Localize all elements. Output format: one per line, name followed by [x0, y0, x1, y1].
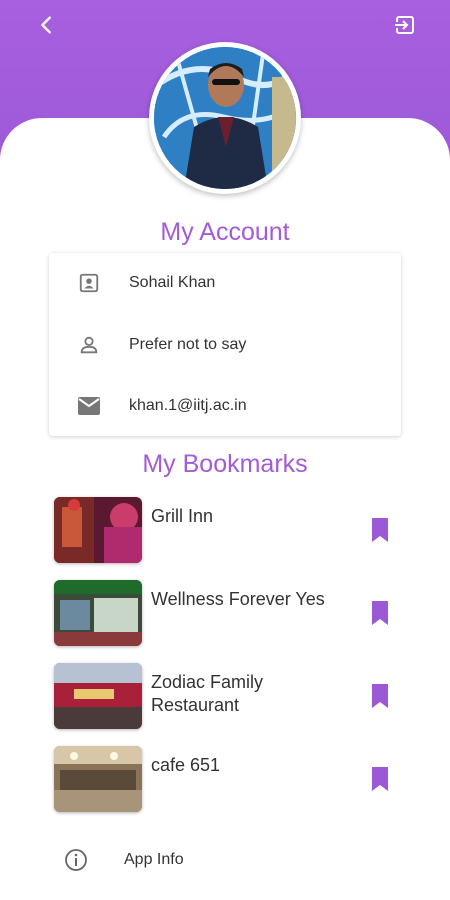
bookmark-thumbnail: [54, 746, 142, 812]
bookmark-name: Wellness Forever Yes: [151, 589, 325, 609]
account-gender: Prefer not to say: [129, 336, 247, 353]
info-icon: [65, 849, 87, 871]
bookmark-icon[interactable]: [370, 683, 390, 709]
email-icon: [78, 397, 100, 415]
bookmark-thumbnail: [54, 580, 142, 646]
account-gender-row[interactable]: Prefer not to say: [49, 315, 401, 375]
my-bookmarks-title: My Bookmarks: [142, 450, 308, 478]
logout-icon: [393, 16, 414, 34]
app-info-label: App Info: [124, 851, 184, 868]
bookmark-item[interactable]: Wellness Forever Yes: [0, 580, 450, 650]
logout-button[interactable]: [388, 8, 422, 42]
bookmark-thumbnail: [54, 497, 142, 563]
profile-photo: [154, 47, 296, 189]
bookmark-thumbnail: [54, 663, 142, 729]
account-email: khan.1@iitj.ac.in: [129, 397, 247, 414]
bookmark-name: Grill Inn: [151, 506, 214, 526]
account-email-row[interactable]: khan.1@iitj.ac.in: [49, 376, 401, 436]
account-name: Sohail Khan: [129, 274, 216, 291]
contact-card-icon: [79, 273, 99, 293]
my-account-title: My Account: [160, 218, 290, 246]
bookmark-icon[interactable]: [370, 766, 390, 792]
bookmark-icon[interactable]: [370, 600, 390, 626]
app-info-row[interactable]: App Info: [0, 840, 450, 880]
person-icon: [80, 336, 98, 354]
bookmark-item[interactable]: Grill Inn: [0, 497, 450, 567]
avatar[interactable]: [149, 42, 301, 194]
bookmark-item[interactable]: Zodiac Family Restaurant: [0, 663, 450, 733]
bookmark-item[interactable]: cafe 651: [0, 746, 450, 816]
back-button[interactable]: [30, 8, 64, 42]
bookmark-name: Zodiac Family Restaurant: [151, 672, 264, 715]
back-arrow-icon: [41, 16, 51, 34]
bookmark-name: cafe 651: [151, 755, 221, 775]
bookmark-icon[interactable]: [370, 517, 390, 543]
account-name-row[interactable]: Sohail Khan: [49, 253, 401, 313]
account-card: Sohail Khan Prefer not to say khan.1@iit…: [49, 253, 401, 436]
